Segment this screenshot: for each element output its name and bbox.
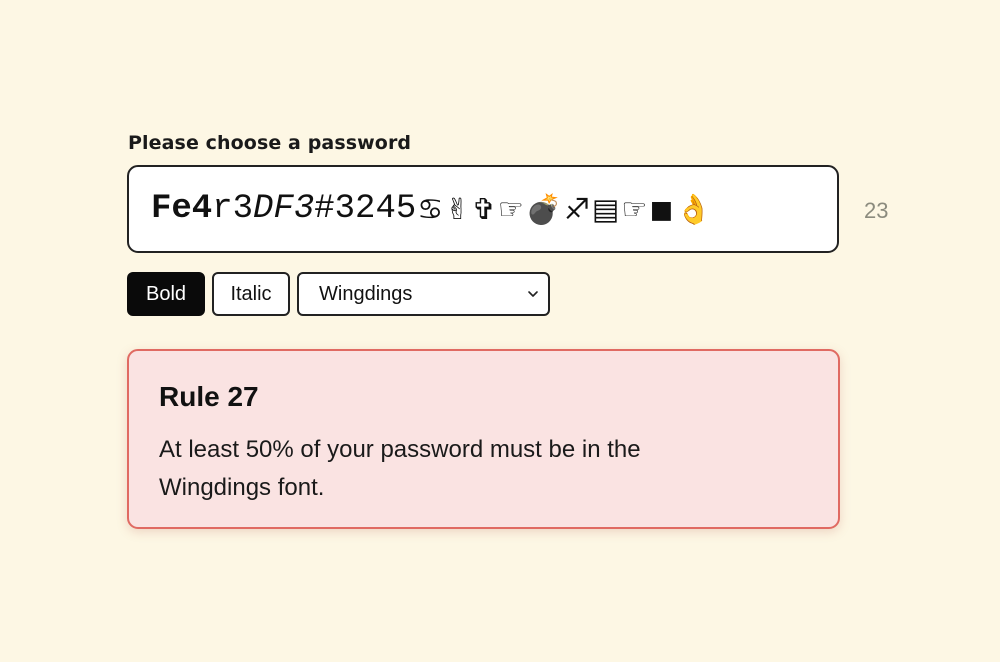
chevron-down-icon — [528, 291, 538, 297]
password-input[interactable]: Fe4 r3 DF3 #3245 ♋ ✌ ✞ ☞ 💣 ♐ ▤ ☞ ◼ 👌 — [127, 165, 839, 253]
pointing-hand-icon: ☞ — [621, 191, 648, 226]
document-icon: ▤ — [592, 191, 620, 226]
cancer-sign-icon: ♋ — [417, 191, 444, 226]
ok-hand-icon: 👌 — [675, 191, 712, 226]
bomb-icon: 💣 — [525, 191, 563, 226]
font-select-value: Wingdings — [319, 282, 413, 305]
italic-button[interactable]: Italic — [212, 272, 290, 316]
password-segment-bold: Fe4 — [151, 190, 213, 228]
rule-card: Rule 27 At least 50% of your password mu… — [127, 349, 840, 529]
sagittarius-sign-icon: ♐ — [564, 191, 591, 226]
password-segment-italic: DF3 — [253, 190, 315, 228]
bold-button[interactable]: Bold — [127, 272, 205, 316]
square-icon: ◼ — [649, 191, 674, 226]
cross-icon: ✞ — [471, 191, 496, 226]
password-segment-normal: r3 — [212, 190, 254, 228]
password-segment-normal: #3245 — [314, 190, 417, 228]
rule-description: At least 50% of your password must be in… — [159, 436, 641, 501]
rule-title: Rule 27 — [159, 381, 259, 412]
character-count: 23 — [864, 198, 889, 223]
font-select[interactable]: Wingdings — [297, 272, 550, 316]
victory-hand-icon: ✌ — [445, 191, 470, 226]
pointing-hand-icon: ☞ — [497, 191, 524, 226]
password-prompt-label: Please choose a password — [128, 132, 412, 154]
